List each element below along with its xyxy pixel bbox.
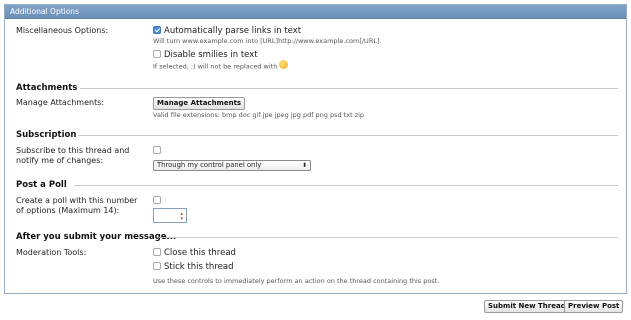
subscription-title: Subscription xyxy=(16,130,77,140)
poll-options-input[interactable]: ▴ ▾ xyxy=(153,208,187,223)
poll-divider xyxy=(74,185,618,186)
stick-thread-label: Stick this thread xyxy=(164,262,234,272)
parse-links-option[interactable]: Automatically parse links in text xyxy=(153,25,302,37)
spinner-icon[interactable]: ▴ ▾ xyxy=(180,212,183,222)
close-thread-label: Close this thread xyxy=(164,248,236,258)
subscription-mode-select[interactable]: Through my control panel only ⬍ xyxy=(153,160,311,171)
subscription-mode-value: Through my control panel only xyxy=(157,161,262,169)
disable-smilies-hint: If selected, :) will not be replaced wit… xyxy=(153,62,278,71)
submit-thread-button[interactable]: Submit New Thread xyxy=(484,300,570,313)
panel-title: Additional Options xyxy=(5,5,626,19)
parse-links-label: Automatically parse links in text xyxy=(164,26,302,36)
valid-extensions-hint: Valid file extensions: bmp doc gif jpe j… xyxy=(153,111,365,119)
poll-title: Post a Poll xyxy=(16,180,67,190)
misc-options-label: Miscellaneous Options: xyxy=(16,26,109,35)
close-thread-option[interactable]: Close this thread xyxy=(153,247,236,259)
disable-smilies-label: Disable smilies in text xyxy=(164,50,258,60)
disable-smilies-hint-row: If selected, :) will not be replaced wit… xyxy=(153,60,593,72)
manage-attachments-button[interactable]: Manage Attachments xyxy=(153,97,246,110)
additional-options-panel: Additional Options Miscellaneous Options… xyxy=(4,4,627,294)
subscribe-label: Subscribe to this thread and notify me o… xyxy=(16,146,130,165)
close-thread-checkbox[interactable] xyxy=(153,247,161,256)
parse-links-checkbox[interactable] xyxy=(153,25,161,34)
attachments-title: Attachments xyxy=(16,83,78,93)
subscription-row: Subscribe to this thread and notify me o… xyxy=(16,145,616,171)
moderation-hint: Use these controls to immediately perfor… xyxy=(153,277,440,285)
after-submit-divider xyxy=(159,237,618,238)
stick-thread-option[interactable]: Stick this thread xyxy=(153,261,234,273)
subscribe-checkbox[interactable] xyxy=(153,145,161,154)
create-poll-checkbox[interactable] xyxy=(153,195,161,204)
disable-smilies-checkbox[interactable] xyxy=(153,49,161,58)
stick-thread-checkbox[interactable] xyxy=(153,261,161,270)
moderation-tools-label: Moderation Tools: xyxy=(16,248,87,257)
poll-row: Create a poll with this number of option… xyxy=(16,195,616,223)
parse-links-hint: Will turn www.example.com into [URL]http… xyxy=(153,37,382,45)
after-submit-title: After you submit your message... xyxy=(16,232,177,242)
select-arrows-icon: ⬍ xyxy=(301,162,307,169)
preview-post-button[interactable]: Preview Post xyxy=(564,300,624,313)
poll-label: Create a poll with this number of option… xyxy=(16,196,138,215)
subscription-divider xyxy=(78,135,618,136)
attachments-divider xyxy=(80,88,618,89)
manage-attachments-label: Manage Attachments: xyxy=(16,98,105,107)
disable-smilies-option[interactable]: Disable smilies in text xyxy=(153,49,258,61)
smiley-icon xyxy=(279,60,289,69)
